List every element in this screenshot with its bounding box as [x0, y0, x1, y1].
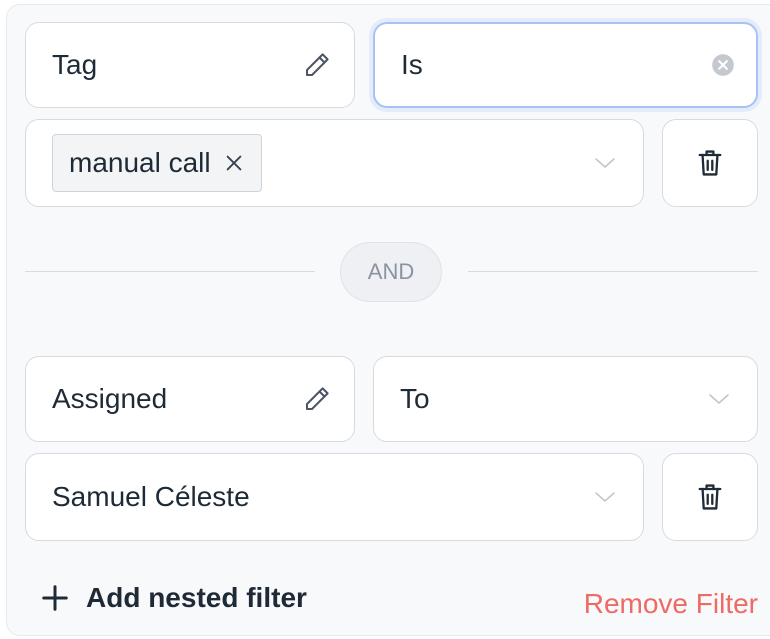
chevron-down-icon[interactable]: [593, 156, 617, 170]
condition-2-value-select[interactable]: Samuel Céleste: [25, 453, 644, 541]
tag-chip: manual call: [52, 134, 262, 192]
remove-filter-button[interactable]: Remove Filter: [584, 588, 758, 620]
divider-left: [25, 271, 315, 272]
trash-icon: [696, 147, 724, 179]
pencil-icon[interactable]: [302, 50, 332, 80]
and-joiner-label: AND: [367, 259, 415, 284]
clear-circle-icon[interactable]: [710, 52, 736, 78]
condition-2-field-box[interactable]: Assigned: [25, 356, 355, 442]
tag-chip-label: manual call: [69, 147, 211, 178]
and-joiner: AND: [340, 242, 442, 302]
condition-1-field-label: Tag: [52, 49, 98, 80]
condition-1-field-box[interactable]: Tag: [25, 22, 355, 108]
condition-1-operator-value: Is: [401, 49, 423, 80]
condition-2-operator-value: To: [400, 383, 430, 414]
condition-2-operator-select[interactable]: To: [373, 356, 758, 442]
add-nested-filter-button[interactable]: Add nested filter: [40, 582, 307, 614]
condition-1-operator-input[interactable]: Is: [373, 22, 758, 108]
condition-2-delete-button[interactable]: [662, 453, 758, 541]
pencil-icon[interactable]: [302, 384, 332, 414]
condition-1-value-select[interactable]: manual call: [25, 119, 644, 207]
chevron-down-icon[interactable]: [707, 392, 731, 406]
close-icon[interactable]: [223, 152, 245, 174]
condition-1-delete-button[interactable]: [662, 119, 758, 207]
add-nested-filter-label: Add nested filter: [86, 582, 307, 613]
condition-2-field-label: Assigned: [52, 383, 168, 414]
divider-right: [468, 271, 758, 272]
chevron-down-icon[interactable]: [593, 490, 617, 504]
condition-2-selected-value: Samuel Céleste: [52, 481, 250, 512]
trash-icon: [696, 481, 724, 513]
plus-icon: [40, 583, 70, 613]
